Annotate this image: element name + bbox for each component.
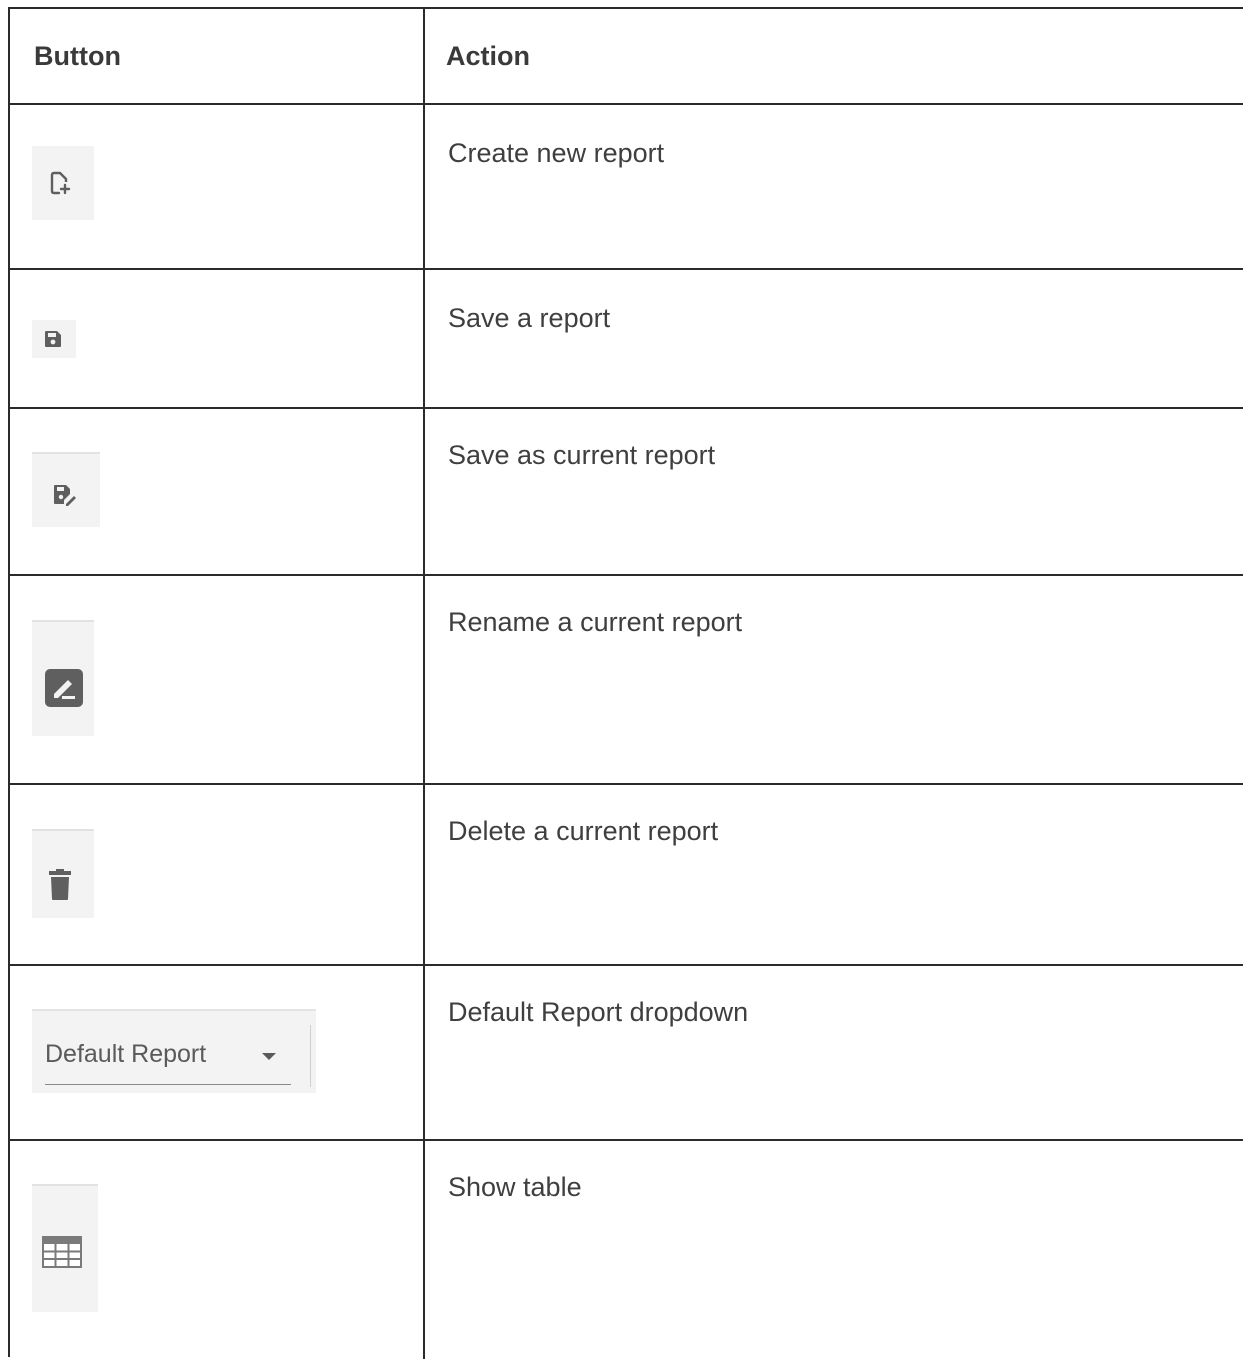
delete-button[interactable] bbox=[32, 829, 94, 918]
dropdown-selected-value: Default Report bbox=[45, 1040, 207, 1068]
save-as-button[interactable] bbox=[32, 452, 100, 527]
caret-down-icon bbox=[262, 1053, 276, 1060]
table-row: Default Report Default Report dropdown bbox=[10, 966, 1243, 1141]
table-row: Rename a current report bbox=[10, 576, 1243, 785]
table-row: Create new report bbox=[10, 105, 1243, 270]
save-as-icon bbox=[54, 485, 76, 506]
save-button[interactable] bbox=[32, 320, 76, 358]
button-action-table: Button Action Create new report Save a r… bbox=[8, 7, 1243, 1359]
action-create-new-report: Create new report bbox=[448, 138, 665, 168]
action-save-as: Save as current report bbox=[448, 440, 716, 470]
action-default-report-dropdown: Default Report dropdown bbox=[448, 997, 749, 1027]
column-divider bbox=[423, 966, 425, 1139]
column-divider bbox=[423, 1141, 425, 1359]
column-divider bbox=[423, 576, 425, 783]
column-divider bbox=[423, 9, 425, 103]
trash-icon bbox=[49, 869, 71, 900]
action-rename: Rename a current report bbox=[448, 607, 743, 637]
table-icon bbox=[42, 1236, 82, 1268]
dropdown-underline bbox=[45, 1084, 291, 1085]
action-delete: Delete a current report bbox=[448, 816, 719, 846]
header-button: Button bbox=[34, 41, 121, 71]
save-icon bbox=[45, 331, 61, 347]
column-divider bbox=[423, 409, 425, 574]
table-row: Save as current report bbox=[10, 409, 1243, 576]
table-row: Save a report bbox=[10, 270, 1243, 409]
new-report-icon bbox=[50, 171, 71, 195]
report-select-dropdown[interactable]: Default Report bbox=[32, 1009, 316, 1093]
column-divider bbox=[423, 105, 425, 268]
new-report-button[interactable] bbox=[32, 146, 94, 220]
action-save-report: Save a report bbox=[448, 303, 611, 333]
dropdown-separator bbox=[310, 1025, 311, 1087]
rename-icon bbox=[45, 669, 83, 707]
table-row: Show table bbox=[10, 1141, 1243, 1359]
table-row: Delete a current report bbox=[10, 785, 1243, 966]
header-action: Action bbox=[446, 41, 530, 71]
column-divider bbox=[423, 785, 425, 964]
column-divider bbox=[423, 270, 425, 407]
action-show-table: Show table bbox=[448, 1172, 582, 1202]
rename-button[interactable] bbox=[32, 620, 94, 736]
show-table-button[interactable] bbox=[32, 1184, 98, 1312]
table-header-row: Button Action bbox=[10, 9, 1243, 105]
